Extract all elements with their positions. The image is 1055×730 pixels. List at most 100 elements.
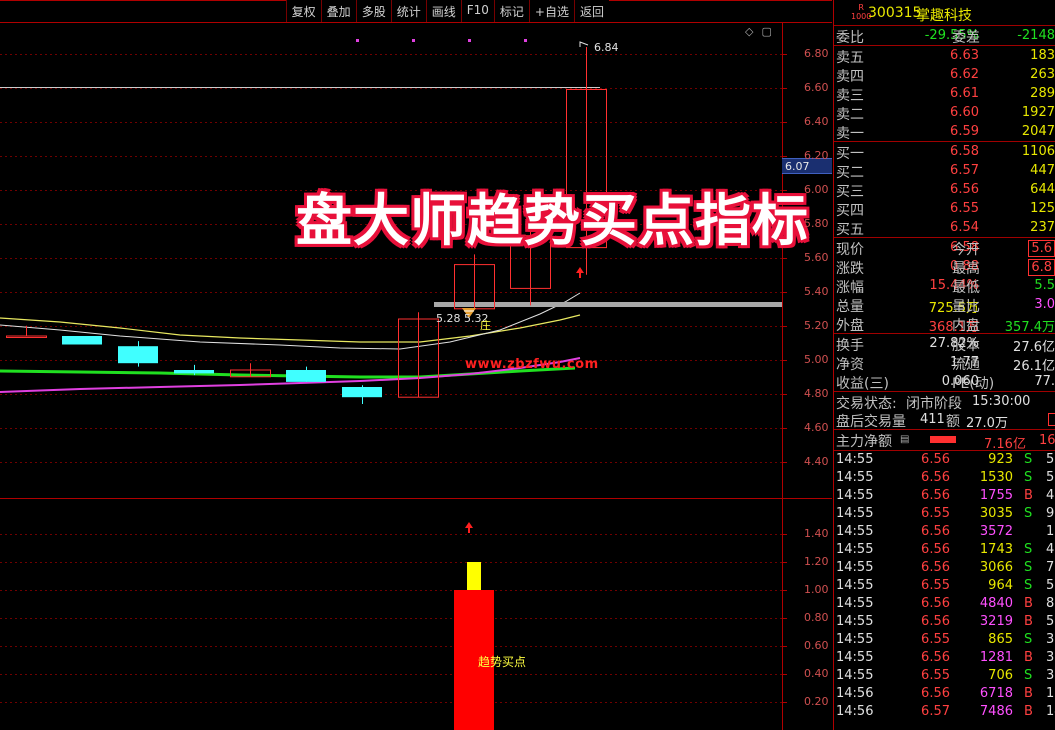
bid-row[interactable]: 买一 6.58 1106	[834, 142, 1055, 161]
tick-side: S	[1024, 632, 1033, 647]
stats-row-label: 总量	[836, 299, 864, 314]
tick-count: 4	[1046, 488, 1055, 503]
tick-row[interactable]: 14:55 6.55 964 S 5	[834, 577, 1055, 595]
ask-row[interactable]: 卖一 6.59 2047	[834, 122, 1055, 141]
bid-row[interactable]: 买四 6.55 125	[834, 199, 1055, 218]
bid-volume: 1106	[1021, 144, 1055, 159]
stats-row-label: 换手	[836, 338, 864, 353]
tick-row[interactable]: 14:55 6.56 3219 B 5	[834, 613, 1055, 631]
tick-row[interactable]: 14:55 6.55 706 S 3	[834, 667, 1055, 685]
candle-body	[118, 346, 158, 364]
bid-row[interactable]: 买三 6.56 644	[834, 180, 1055, 199]
tick-row[interactable]: 14:55 6.55 865 S 3	[834, 631, 1055, 649]
tick-price: 6.55	[921, 632, 950, 647]
tick-volume: 3219	[979, 614, 1013, 629]
tick-time: 14:55	[836, 488, 874, 503]
candle-body	[342, 387, 382, 398]
high-price-label: 6.84	[594, 41, 619, 54]
table-icon[interactable]: ▤	[900, 434, 909, 445]
toolbar-button-2[interactable]: 多股	[355, 0, 391, 22]
tick-row[interactable]: 14:55 6.56 923 S 5	[834, 451, 1055, 469]
tick-price: 6.56	[921, 560, 950, 575]
kline-chart-area[interactable]: 复权 叠加 多股 统计 画线 F10 标记 +自选 返回 ◇ ▢ 6.07 6.84 5.28 …	[0, 0, 832, 730]
diamond-icon[interactable]: ◇	[745, 25, 753, 38]
tick-row[interactable]: 14:55 6.56 1755 B 4	[834, 487, 1055, 505]
toolbar-button-6[interactable]: 标记	[493, 0, 529, 22]
y-tick-label: 4.80	[804, 386, 829, 400]
ask-volume: 289	[1030, 86, 1055, 101]
stats-row-label: 涨跌	[836, 261, 864, 276]
tick-count: 5	[1046, 614, 1055, 629]
tick-row[interactable]: 14:55 6.56 4840 B 8	[834, 595, 1055, 613]
tick-price: 6.56	[921, 614, 950, 629]
ask-label: 卖四	[836, 69, 864, 84]
tick-volume: 3572	[979, 524, 1013, 539]
tick-count: 9	[1046, 506, 1055, 521]
chart-toolbar: 复权 叠加 多股 统计 画线 F10 标记 +自选 返回	[285, 0, 609, 22]
tick-row[interactable]: 14:56 6.56 6718 B 12	[834, 685, 1055, 703]
stock-header: R 1000 300315 掌趣科技	[834, 0, 1055, 26]
tick-row[interactable]: 14:55 6.56 1743 S 4	[834, 541, 1055, 559]
tick-volume: 6718	[979, 686, 1013, 701]
bid-price: 6.57	[950, 163, 979, 178]
y-tick-label: 4.60	[804, 420, 829, 434]
tick-row[interactable]: 14:55 6.56 1530 S 5	[834, 469, 1055, 487]
y-tick-label: 6.20	[804, 148, 829, 162]
kline-chart-svg[interactable]	[0, 0, 832, 730]
tick-count: 14	[1046, 704, 1055, 719]
ask-row[interactable]: 卖二 6.60 1927	[834, 103, 1055, 122]
chart-tool-icons: ◇ ▢	[745, 25, 772, 38]
tick-row[interactable]: 14:55 6.56 1281 B 3	[834, 649, 1055, 667]
toolbar-button-5[interactable]: F10	[460, 0, 494, 22]
ask-volume: 183	[1030, 48, 1055, 63]
ask-row[interactable]: 卖三 6.61 289	[834, 84, 1055, 103]
toolbar-button-3[interactable]: 统计	[390, 0, 426, 22]
bid-label: 买一	[836, 146, 864, 161]
tick-time: 14:55	[836, 632, 874, 647]
toolbar-button-8[interactable]: 返回	[573, 0, 609, 22]
toolbar-button-7[interactable]: +自选	[528, 0, 574, 22]
stats-row-label2: 量比	[952, 299, 980, 314]
toolbar-button-0[interactable]: 复权	[285, 0, 321, 22]
trade-status-row: 交易状态: 闭市阶段 15:30:00	[834, 391, 1055, 410]
after-hours-row: 盘后交易量 411 额 27.0万	[834, 410, 1055, 429]
zhuang-label: 庄	[480, 319, 491, 332]
y-tick-label: 6.40	[804, 114, 829, 128]
toolbar-button-4[interactable]: 画线	[425, 0, 461, 22]
ask-row[interactable]: 卖五 6.63 183	[834, 46, 1055, 65]
tick-list[interactable]: 14:55 6.56 923 S 5 14:55 6.56 1530 S 5 14:55 6.56 17…	[834, 450, 1055, 721]
tick-side: S	[1024, 578, 1033, 593]
tick-row[interactable]: 14:56 6.57 7486 B 14	[834, 703, 1055, 721]
bid-volume: 447	[1030, 163, 1055, 178]
tick-count: 5	[1046, 452, 1055, 467]
bid-label: 买四	[836, 203, 864, 218]
ask-row[interactable]: 卖四 6.62 263	[834, 65, 1055, 84]
high-marker	[579, 41, 589, 47]
y-tick-label: 4.40	[804, 454, 829, 468]
tick-price: 6.56	[921, 488, 950, 503]
tick-row[interactable]: 14:55 6.56 3066 S 7	[834, 559, 1055, 577]
ask-volume: 263	[1030, 67, 1055, 82]
tick-side: S	[1024, 560, 1033, 575]
tick-volume: 1530	[979, 470, 1013, 485]
stats-row-value2: 26.1亿	[1013, 359, 1055, 372]
window-icon[interactable]: ▢	[761, 25, 771, 38]
bid-price: 6.56	[950, 182, 979, 197]
stats-row: 现价 6.58 今开 5.6	[834, 238, 1055, 257]
bid-volume: 125	[1030, 201, 1055, 216]
toolbar-button-1[interactable]: 叠加	[320, 0, 356, 22]
stats-row-label2: PE(动)	[952, 376, 995, 391]
stats-block-2: 换手 27.82% 股本 27.6亿 净资 1.77 流通 26.1亿 收益(三) 0.060 PE…	[834, 333, 1055, 391]
tick-count: 3	[1046, 668, 1055, 683]
stock-name[interactable]: 掌趣科技	[916, 5, 972, 25]
candle-body	[286, 370, 326, 382]
stock-code[interactable]: 300315	[868, 5, 921, 21]
bid-row[interactable]: 买五 6.54 237	[834, 218, 1055, 237]
tick-row[interactable]: 14:55 6.56 3572 11	[834, 523, 1055, 541]
bid-row[interactable]: 买二 6.57 447	[834, 161, 1055, 180]
tick-row[interactable]: 14:55 6.55 3035 S 9	[834, 505, 1055, 523]
y-tick-label-sub: 0.20	[804, 695, 829, 708]
tick-side: B	[1024, 488, 1033, 503]
stats-row-label2: 流通	[952, 357, 980, 372]
stats-row: 外盘 368.1万 内盘 357.4万	[834, 314, 1055, 333]
